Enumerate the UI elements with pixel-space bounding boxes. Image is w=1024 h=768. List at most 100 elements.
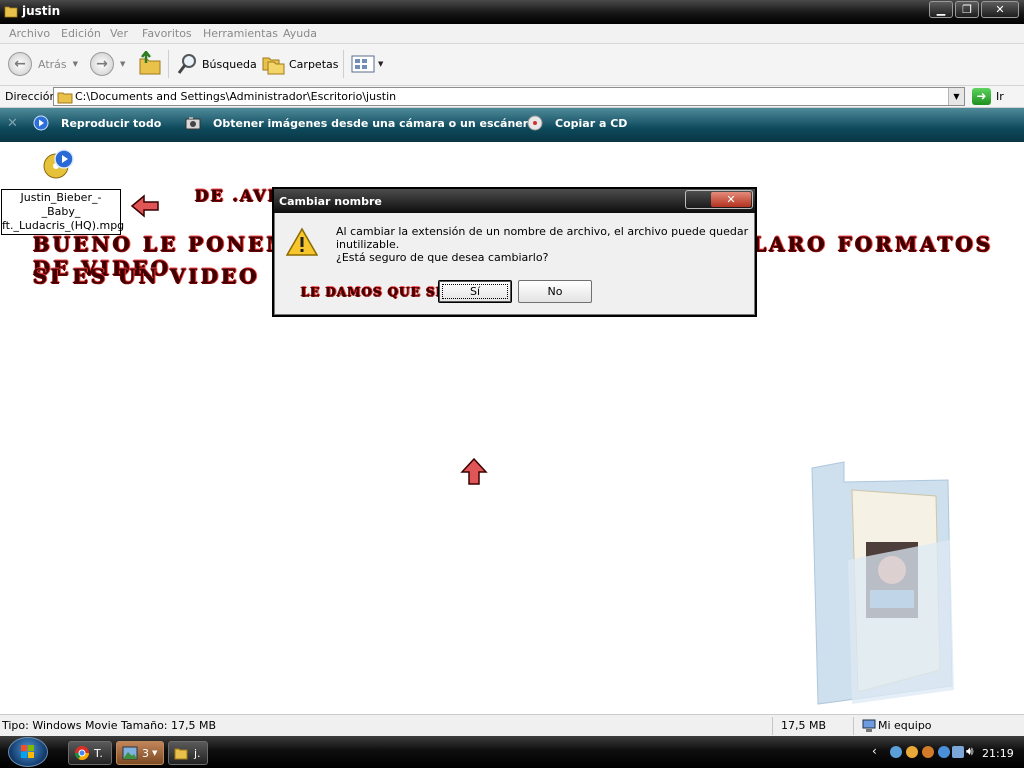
search-button[interactable]: Búsqueda [176, 44, 257, 84]
play-all-button[interactable]: Reproducir todo [33, 108, 161, 138]
update-icon[interactable] [922, 746, 934, 758]
status-divider [853, 717, 854, 735]
status-location: Mi equipo [878, 719, 932, 732]
folder-icon [57, 92, 73, 104]
forward-dropdown-icon[interactable]: ▼ [120, 60, 125, 68]
annotation-dialog: LE DAMOS QUE SI [301, 285, 443, 299]
start-button[interactable] [8, 737, 48, 767]
menu-ayuda[interactable]: Ayuda [283, 27, 317, 40]
status-bar: Tipo: Windows Movie Tamaño: 17,5 MB 17,5… [0, 714, 1024, 736]
folders-button[interactable]: Carpetas [261, 44, 338, 84]
cd-icon [527, 115, 543, 131]
get-images-label: Obtener imágenes desde una cámara o un e… [213, 116, 529, 130]
status-type-info: Tipo: Windows Movie Tamaño: 17,5 MB [2, 719, 217, 732]
file-name-line: ft._Ludacris_(HQ).mpg [2, 219, 125, 232]
taskbar: T. 3 ▼ j. ‹ 🔊︎ 21:19 [0, 736, 1024, 768]
taskbar-item-chrome[interactable]: T. [68, 741, 112, 765]
network-icon[interactable] [890, 746, 902, 758]
title-bar[interactable]: justin ▁ ❐ ✕ [0, 0, 1024, 24]
tray-expand-icon[interactable]: ‹ [872, 744, 877, 758]
taskbar-item-label: T. [94, 746, 103, 760]
toolbar-separator [343, 50, 344, 78]
chrome-icon [75, 746, 89, 760]
close-icon: ✕ [995, 3, 1005, 16]
command-bar: ✕ Reproducir todo Obtener imágenes desde… [0, 108, 1024, 142]
camera-icon [185, 115, 201, 131]
address-dropdown-button[interactable]: ▼ [948, 88, 964, 105]
go-button[interactable]: ➜ [972, 88, 991, 105]
up-folder-icon [139, 51, 161, 75]
avast-icon[interactable] [906, 746, 918, 758]
dialog-close-button[interactable]: ✕ [685, 190, 753, 209]
views-button[interactable]: ▼ [351, 44, 383, 84]
up-folder-button[interactable] [137, 44, 163, 84]
menu-favoritos[interactable]: Favoritos [142, 27, 192, 40]
taskbar-item-justin[interactable]: j. [168, 741, 208, 765]
toolbar-separator [168, 50, 169, 78]
views-icon [351, 55, 375, 73]
forward-arrow-icon: → [90, 52, 114, 76]
get-images-button[interactable]: Obtener imágenes desde una cámara o un e… [185, 108, 528, 138]
windows-logo-icon [21, 745, 34, 758]
close-icon: ✕ [711, 192, 751, 207]
system-tray: ‹ 🔊︎ 21:19 [866, 736, 1024, 768]
close-button[interactable]: ✕ [981, 1, 1019, 18]
menu-bar: Archivo Edición Ver Favoritos Herramient… [0, 24, 1024, 44]
close-pane-icon[interactable]: ✕ [7, 116, 18, 131]
file-name-line: Justin_Bieber_-_Baby_ [20, 191, 102, 218]
address-bar: Dirección C:\Documents and Settings\Admi… [0, 86, 1024, 108]
media-file-icon [43, 149, 74, 179]
back-button[interactable]: ← Atrás ▼ [8, 44, 78, 84]
go-label[interactable]: Ir [996, 90, 1004, 103]
address-path: C:\Documents and Settings\Administrador\… [75, 90, 397, 103]
copy-cd-label: Copiar a CD [555, 116, 628, 130]
security-icon[interactable] [938, 746, 950, 758]
clock[interactable]: 21:19 [982, 747, 1014, 760]
red-arrow-up-icon [460, 458, 488, 485]
toolbar: ← Atrás ▼ → ▼ Búsqueda Carpetas ▼ [0, 44, 1024, 86]
red-arrow-left-icon [130, 194, 159, 218]
forward-button[interactable]: → ▼ [90, 44, 125, 84]
minimize-button[interactable]: ▁ [929, 1, 953, 18]
minimize-icon: ▁ [936, 3, 946, 16]
no-button[interactable]: No [518, 280, 592, 303]
taskbar-item-group[interactable]: 3 ▼ [116, 741, 164, 765]
display-icon[interactable] [952, 746, 964, 758]
menu-archivo[interactable]: Archivo [9, 27, 50, 40]
menu-herramientas[interactable]: Herramientas [203, 27, 278, 40]
warning-icon [286, 227, 318, 256]
status-size: 17,5 MB [781, 719, 827, 732]
folder-icon [174, 748, 188, 760]
folder-icon [4, 6, 18, 18]
file-name-label[interactable]: Justin_Bieber_-_Baby_ ft._Ludacris_(HQ).… [1, 189, 125, 235]
volume-icon[interactable]: 🔊︎ [966, 744, 974, 759]
chevron-down-icon: ▼ [953, 92, 960, 101]
restore-icon: ❐ [962, 3, 972, 16]
folders-icon [262, 57, 285, 75]
play-all-label: Reproducir todo [61, 116, 162, 130]
dialog-title: Cambiar nombre [279, 195, 382, 208]
status-divider [772, 717, 773, 735]
window-title: justin [22, 4, 61, 18]
go-arrow-icon: ➜ [976, 89, 987, 103]
menu-ver[interactable]: Ver [110, 27, 128, 40]
chevron-down-icon: ▼ [152, 749, 158, 757]
taskbar-item-count: 3 [142, 746, 149, 760]
dialog-title-bar[interactable]: Cambiar nombre [274, 189, 755, 213]
play-icon [33, 115, 49, 131]
dialog-message: Al cambiar la extensión de un nombre de … [336, 225, 749, 251]
maximize-button[interactable]: ❐ [955, 1, 979, 18]
folders-label: Carpetas [289, 57, 339, 71]
annotation-line-2: SI ES UN VIDEO [33, 264, 260, 288]
yes-button[interactable]: Sí [438, 280, 512, 303]
back-label: Atrás [38, 57, 67, 71]
rename-dialog[interactable]: Cambiar nombre ✕ Al cambiar la extensión… [272, 187, 757, 317]
back-arrow-icon: ← [8, 52, 32, 76]
views-dropdown-icon[interactable]: ▼ [378, 60, 383, 68]
back-dropdown-icon[interactable]: ▼ [73, 60, 78, 68]
search-icon [177, 54, 196, 74]
address-input[interactable]: C:\Documents and Settings\Administrador\… [53, 87, 965, 106]
taskbar-item-label: j. [194, 746, 201, 760]
menu-edicion[interactable]: Edición [61, 27, 101, 40]
copy-cd-button[interactable]: Copiar a CD [527, 108, 627, 138]
